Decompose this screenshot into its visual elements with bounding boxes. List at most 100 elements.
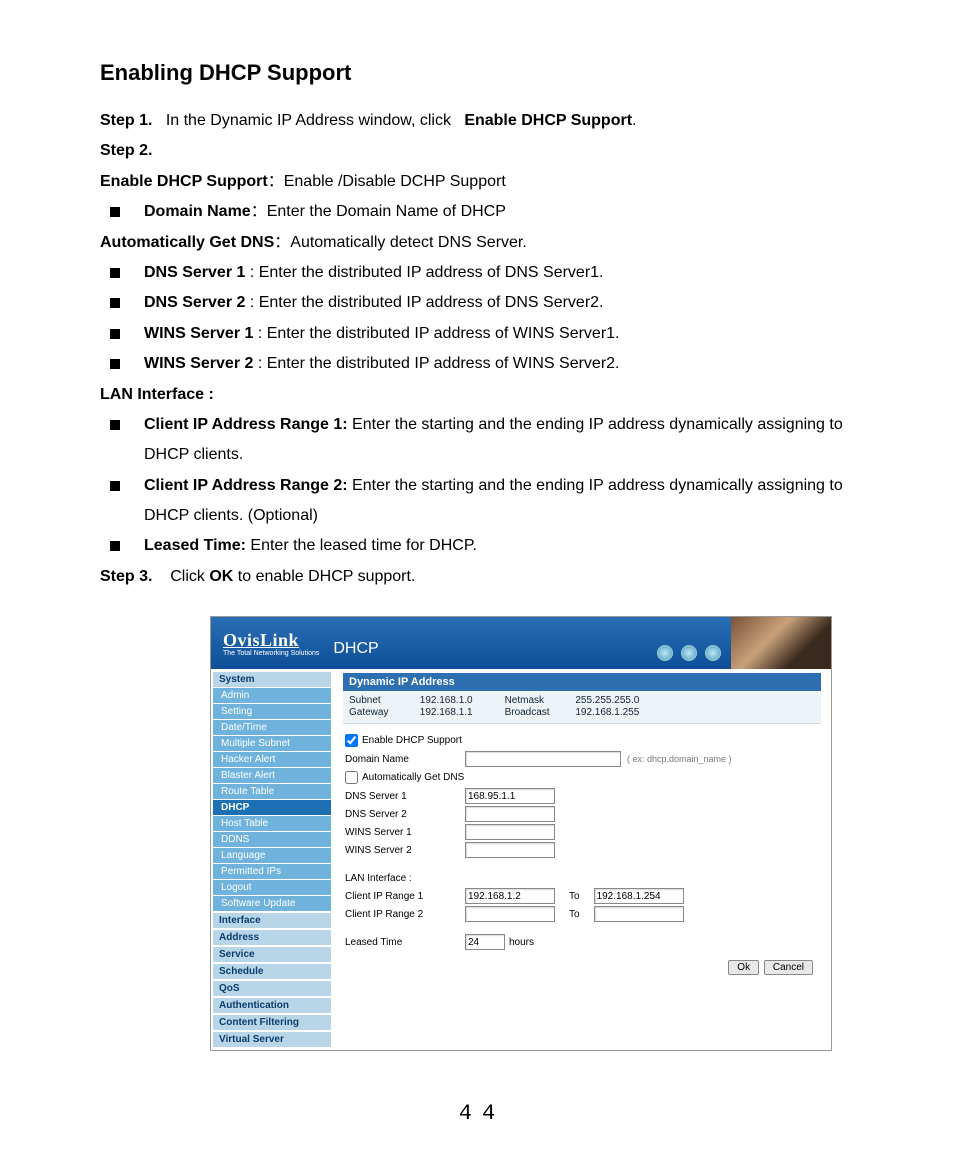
sidebar-section[interactable]: Service (213, 946, 331, 962)
range2-to-label: To (569, 909, 580, 920)
header-page-title: DHCP (333, 640, 378, 658)
brand-tagline: The Total Networking Solutions (223, 650, 319, 657)
dns1-input[interactable] (465, 788, 555, 804)
cancel-button[interactable]: Cancel (764, 960, 813, 975)
auto-dns-checkbox[interactable] (345, 771, 358, 784)
page-title: Enabling DHCP Support (100, 60, 864, 86)
enable-line-bold: Enable DHCP Support (100, 173, 268, 190)
header-photo (731, 617, 831, 669)
lan-label: LAN Interface : (100, 386, 214, 403)
sidebar-section[interactable]: Interface (213, 912, 331, 928)
subnet-key: Subnet (349, 695, 417, 706)
item-bold: Client IP Address Range 1: (144, 416, 348, 433)
sidebar-item[interactable]: Permitted IPs (213, 864, 331, 879)
item-bold: Leased Time: (144, 537, 246, 554)
broadcast-value: 192.168.1.255 (575, 707, 639, 718)
form-area: Enable DHCP Support Domain Name ( ex: dh… (343, 724, 821, 985)
globe-icon (657, 645, 673, 661)
sidebar-section[interactable]: Authentication (213, 997, 331, 1013)
dns1-label: DNS Server 1 (345, 791, 465, 802)
sidebar: SystemAdminSettingDate/TimeMultiple Subn… (211, 669, 333, 1050)
enable-line-text: ：Enable /Disable DCHP Support (268, 173, 506, 190)
sidebar-section[interactable]: Virtual Server (213, 1031, 331, 1047)
sidebar-item[interactable]: Hacker Alert (213, 752, 331, 767)
item-bold: WINS Server 1 (144, 325, 253, 342)
sidebar-section[interactable]: Schedule (213, 963, 331, 979)
item-text: Enter the leased time for DHCP. (246, 537, 477, 554)
leased-time-input[interactable] (465, 934, 505, 950)
enable-dhcp-checkbox[interactable] (345, 734, 358, 747)
dns2-input[interactable] (465, 806, 555, 822)
range1-to-input[interactable] (594, 888, 684, 904)
ok-button[interactable]: Ok (728, 960, 759, 975)
sidebar-item[interactable]: Multiple Subnet (213, 736, 331, 751)
step2-label: Step 2. (100, 142, 152, 159)
domain-name-label: Domain Name (345, 754, 465, 765)
step3-label: Step 3. (100, 568, 152, 585)
sidebar-section[interactable]: System (213, 671, 331, 687)
netmask-key: Netmask (505, 695, 573, 706)
domain-name-input[interactable] (465, 751, 621, 767)
sidebar-item[interactable]: Setting (213, 704, 331, 719)
gateway-value: 192.168.1.1 (420, 707, 502, 718)
broadcast-key: Broadcast (505, 707, 573, 718)
range1-label: Client IP Range 1 (345, 891, 465, 902)
step3-b: OK (209, 568, 233, 585)
sidebar-item[interactable]: DDNS (213, 832, 331, 847)
sidebar-section[interactable]: Address (213, 929, 331, 945)
autodns-bold: Automatically Get DNS (100, 234, 274, 251)
list-item: WINS Server 1 : Enter the distributed IP… (100, 319, 864, 349)
panel-header: Dynamic IP Address (343, 673, 821, 691)
header-globe-icons (657, 645, 721, 661)
list-item: Leased Time: Enter the leased time for D… (100, 531, 864, 561)
bullet-list-2: DNS Server 1 : Enter the distributed IP … (100, 258, 864, 380)
enable-dhcp-label: Enable DHCP Support (362, 735, 462, 746)
bullet-list-3: Client IP Address Range 1: Enter the sta… (100, 410, 864, 562)
range2-label: Client IP Range 2 (345, 909, 465, 920)
range2-from-input[interactable] (465, 906, 555, 922)
item-text: : Enter the distributed IP address of DN… (245, 264, 603, 281)
list-item: DNS Server 1 : Enter the distributed IP … (100, 258, 864, 288)
item-bold: DNS Server 1 (144, 264, 245, 281)
sidebar-section[interactable]: QoS (213, 980, 331, 996)
sidebar-item[interactable]: Blaster Alert (213, 768, 331, 783)
sidebar-item[interactable]: Admin (213, 688, 331, 703)
item-bold: DNS Server 2 (144, 294, 245, 311)
leased-time-label: Leased Time (345, 937, 465, 948)
item-text: : Enter the distributed IP address of DN… (245, 294, 603, 311)
auto-dns-label: Automatically Get DNS (362, 772, 464, 783)
bullet-list-1: Domain Name：Enter the Domain Name of DHC… (100, 197, 864, 227)
sidebar-item[interactable]: Route Table (213, 784, 331, 799)
dns2-label: DNS Server 2 (345, 809, 465, 820)
sidebar-item[interactable]: Software Update (213, 896, 331, 911)
sidebar-item[interactable]: Logout (213, 880, 331, 895)
document-body: Step 1. In the Dynamic IP Address window… (100, 106, 864, 592)
wins1-input[interactable] (465, 824, 555, 840)
item-text: : Enter the distributed IP address of WI… (253, 355, 619, 372)
sidebar-section[interactable]: Content Filtering (213, 1014, 331, 1030)
autodns-text: ：Automatically detect DNS Server. (274, 234, 527, 251)
wins2-label: WINS Server 2 (345, 845, 465, 856)
globe-icon (705, 645, 721, 661)
app-header: OvisLink The Total Networking Solutions … (211, 617, 831, 669)
sidebar-item[interactable]: Host Table (213, 816, 331, 831)
subnet-value: 192.168.1.0 (420, 695, 502, 706)
range2-to-input[interactable] (594, 906, 684, 922)
list-item: Client IP Address Range 1: Enter the sta… (100, 410, 864, 471)
item-bold: Client IP Address Range 2: (144, 477, 348, 494)
sidebar-item[interactable]: DHCP (213, 800, 331, 815)
range1-from-input[interactable] (465, 888, 555, 904)
sidebar-item[interactable]: Language (213, 848, 331, 863)
list-item: Domain Name：Enter the Domain Name of DHC… (100, 197, 864, 227)
leased-time-unit: hours (509, 937, 534, 948)
list-item: DNS Server 2 : Enter the distributed IP … (100, 288, 864, 318)
page-number: 44 (100, 1101, 864, 1126)
netmask-value: 255.255.255.0 (575, 695, 639, 706)
item-text: : Enter the distributed IP address of WI… (253, 325, 619, 342)
gateway-key: Gateway (349, 707, 417, 718)
item-bold: Domain Name (144, 203, 251, 220)
wins2-input[interactable] (465, 842, 555, 858)
step1-text-bold: Enable DHCP Support (464, 112, 632, 129)
step3-c: to enable DHCP support. (233, 568, 415, 585)
sidebar-item[interactable]: Date/Time (213, 720, 331, 735)
